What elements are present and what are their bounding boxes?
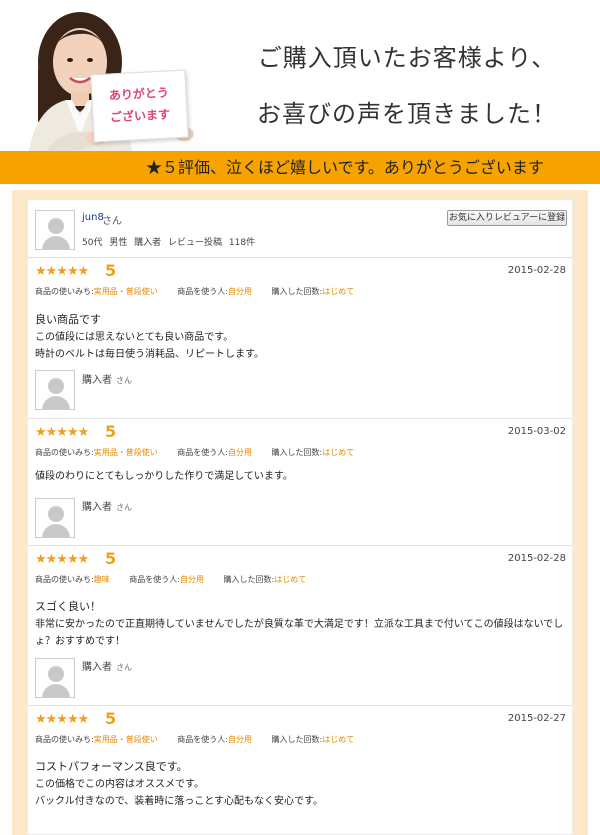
review-attributes: 商品の使いみち:趣味 商品を使う人:自分用 購入した回数:はじめて	[35, 574, 306, 585]
buyer-suffix: さん	[116, 503, 132, 512]
review-body: この価格でこの内容はオススメです。 バックル付きなので、装着時に落っことす心配も…	[35, 779, 323, 807]
review-item: ★★★★★ 5 2015-02-27 商品の使いみち:実用品・普段使い 商品を使…	[28, 706, 572, 834]
review-attributes: 商品の使いみち:実用品・普段使い 商品を使う人:自分用 購入した回数:はじめて	[35, 734, 354, 745]
avatar-body-shape	[42, 396, 70, 409]
avatar-body-shape	[42, 684, 70, 697]
buyer-avatar[interactable]	[35, 370, 75, 410]
user-value: 自分用	[227, 448, 252, 457]
user-label: 商品を使う人:	[177, 735, 228, 744]
usage-value: 趣味	[93, 575, 110, 584]
review-item: ★★★★★ 5 2015-02-28 商品の使いみち:趣味 商品を使う人:自分用…	[28, 546, 572, 706]
reviewer-name-link[interactable]: jun8	[82, 212, 104, 223]
times-label: 購入した回数:	[223, 575, 275, 584]
headline-line-2: お喜びの声を頂きました！	[257, 100, 557, 128]
review-body: この値段には思えないとても良い商品です。 時計のベルトは毎日使う消耗品、リピート…	[35, 332, 264, 360]
usage-value: 実用品・普段使い	[93, 448, 158, 457]
star-rating: ★★★★★	[35, 425, 89, 440]
avatar-head-shape	[48, 218, 64, 234]
review-title: スゴく良い！	[35, 600, 101, 613]
user-value: 自分用	[227, 735, 252, 744]
buyer-avatar[interactable]	[35, 498, 75, 538]
star-rating: ★★★★★	[35, 712, 89, 727]
usage-label: 商品の使いみち:	[35, 575, 94, 584]
review-date: 2015-02-28	[507, 553, 566, 564]
rating-score: 5	[105, 422, 117, 441]
review-body: 値段のわりにとてもしっかりした作りで満足しています。	[35, 471, 293, 482]
review-attributes: 商品の使いみち:実用品・普段使い 商品を使う人:自分用 購入した回数:はじめて	[35, 286, 354, 297]
review-body: 非常に安かったので正直期待していませんでしたが良質な革で大満足です！立派な工具ま…	[35, 619, 564, 647]
buyer-suffix: さん	[116, 663, 132, 672]
headline: ご購入頂いたお客様より、 お喜びの声を頂きました！	[222, 30, 592, 142]
thank-you-card: ありがとう ございます	[90, 69, 189, 143]
buyer-suffix: さん	[116, 376, 132, 385]
review-item: ★★★★★ 5 2015-03-02 商品の使いみち:実用品・普段使い 商品を使…	[28, 419, 572, 546]
reviewer-meta: 50代 男性 購入者 レビュー投稿 118件	[82, 238, 256, 248]
ribbon-text: ★５評価、泣くほど嬉しいです。ありがとうございます	[146, 158, 544, 177]
times-value: はじめて	[322, 735, 355, 744]
avatar-head-shape	[48, 506, 64, 522]
review-title: 良い商品です	[35, 313, 101, 326]
avatar-head-shape	[48, 666, 64, 682]
review-item: ★★★★★ 5 2015-02-28 商品の使いみち:実用品・普段使い 商品を使…	[28, 258, 572, 419]
buyer-name: 購入者 さん	[82, 371, 132, 386]
times-value: はじめて	[274, 575, 307, 584]
review-date: 2015-02-28	[507, 265, 566, 276]
buyer-name: 購入者 さん	[82, 498, 132, 513]
usage-label: 商品の使いみち:	[35, 448, 94, 457]
times-value: はじめて	[322, 448, 355, 457]
review-title: コストパフォーマンス良です。	[35, 760, 188, 773]
buyer-avatar[interactable]	[35, 658, 75, 698]
review-date: 2015-02-27	[507, 713, 566, 724]
buyer-label: 購入者	[82, 662, 112, 673]
buyer-label: 購入者	[82, 502, 112, 513]
avatar-head-shape	[48, 378, 64, 394]
usage-value: 実用品・普段使い	[93, 735, 158, 744]
review-date: 2015-03-02	[507, 426, 566, 437]
usage-label: 商品の使いみち:	[35, 287, 94, 296]
user-label: 商品を使う人:	[177, 448, 228, 457]
favorite-reviewer-button[interactable]: お気に入りレビュアーに登録	[447, 210, 567, 226]
review-attributes: 商品の使いみち:実用品・普段使い 商品を使う人:自分用 購入した回数:はじめて	[35, 447, 354, 458]
usage-value: 実用品・普段使い	[93, 287, 158, 296]
star-rating: ★★★★★	[35, 264, 89, 279]
user-label: 商品を使う人:	[129, 575, 180, 584]
times-label: 購入した回数:	[271, 287, 323, 296]
buyer-label: 購入者	[82, 375, 112, 386]
usage-label: 商品の使いみち:	[35, 735, 94, 744]
rating-score: 5	[105, 261, 117, 280]
avatar-body-shape	[42, 524, 70, 537]
buyer-name: 購入者 さん	[82, 658, 132, 673]
star-rating: ★★★★★	[35, 552, 89, 567]
user-value: 自分用	[179, 575, 204, 584]
rating-score: 5	[105, 549, 117, 568]
times-value: はじめて	[322, 287, 355, 296]
times-label: 購入した回数:	[271, 448, 323, 457]
reviewer-name-suffix: さん	[102, 216, 122, 227]
reviewer-avatar[interactable]	[35, 210, 75, 250]
user-value: 自分用	[227, 287, 252, 296]
card-line-2: ございます	[109, 107, 171, 125]
headline-line-1: ご購入頂いたお客様より、	[257, 44, 557, 72]
review-panel: jun8 さん 50代 男性 購入者 レビュー投稿 118件 お気に入りレビュア…	[27, 199, 573, 835]
avatar-body-shape	[42, 236, 70, 249]
times-label: 購入した回数:	[271, 735, 323, 744]
rating-score: 5	[105, 709, 117, 728]
reviewer-header: jun8 さん 50代 男性 購入者 レビュー投稿 118件 お気に入りレビュア…	[28, 200, 572, 258]
user-label: 商品を使う人:	[177, 287, 228, 296]
